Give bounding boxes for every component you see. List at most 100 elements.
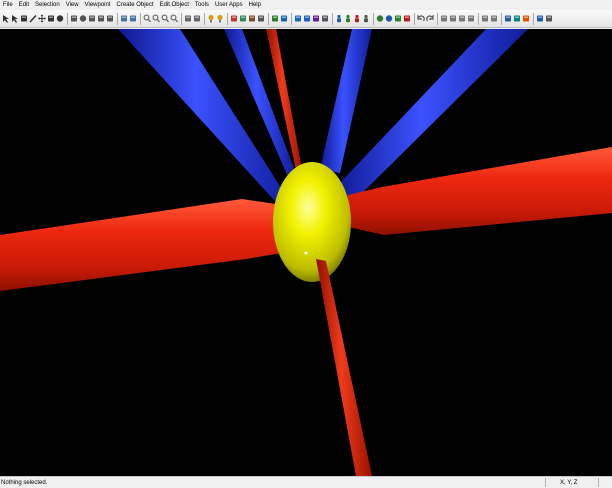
hand-button[interactable]	[106, 14, 114, 24]
tree-button[interactable]	[394, 14, 402, 24]
menu-edit[interactable]: Edit	[16, 0, 32, 10]
menu-bar: File Edit Selection View Viewpoint Create Obj…	[0, 0, 612, 10]
camera-button[interactable]	[184, 14, 192, 24]
toolbar-separator	[117, 12, 118, 25]
toolbar-separator	[204, 12, 205, 25]
zoom-in-icon	[143, 14, 151, 23]
camera-target-button[interactable]	[193, 14, 201, 24]
texture-map-icon	[281, 15, 287, 22]
menu-viewpoint[interactable]: Viewpoint	[82, 0, 114, 10]
layers-button[interactable]	[536, 14, 544, 24]
toolbar-separator	[67, 12, 68, 25]
toolbar-separator	[140, 12, 141, 25]
light-bulb-button[interactable]	[207, 14, 215, 24]
menu-edit-object[interactable]: Edit Object	[157, 0, 192, 10]
globe-blue-icon	[385, 15, 393, 22]
zoom-selected-icon	[170, 14, 178, 23]
menu-user-apps[interactable]: User Apps	[212, 0, 246, 10]
cut-button[interactable]	[440, 14, 448, 24]
status-message: Nothing selected.	[1, 480, 48, 486]
toolbar-separator	[414, 12, 415, 25]
material-green-icon	[240, 15, 246, 22]
sphere-primitive-button[interactable]	[79, 14, 87, 24]
properties-button[interactable]	[321, 14, 329, 24]
select-arrow-add-button[interactable]	[11, 14, 19, 24]
zoom-fit-button[interactable]	[161, 14, 169, 24]
globe-green-button[interactable]	[376, 14, 384, 24]
redo-button[interactable]	[426, 14, 434, 24]
person-red-icon	[355, 14, 359, 23]
material-green-button[interactable]	[239, 14, 247, 24]
flag-button[interactable]	[403, 14, 411, 24]
shaded-button[interactable]	[522, 14, 530, 24]
blue-bond-right[interactable]	[320, 29, 372, 173]
toolbar-separator	[501, 12, 502, 25]
menu-file[interactable]: File	[0, 0, 16, 10]
move-button[interactable]	[38, 14, 46, 24]
flag-icon	[404, 15, 410, 22]
menu-view[interactable]: View	[63, 0, 82, 10]
zoom-out-button[interactable]	[152, 14, 160, 24]
group-button[interactable]	[294, 14, 302, 24]
pencil-icon	[29, 14, 37, 23]
select-arrow-button[interactable]	[2, 14, 10, 24]
snap-icon	[491, 15, 497, 22]
pencil-button[interactable]	[29, 14, 37, 24]
render-button[interactable]	[504, 14, 512, 24]
properties-icon	[322, 15, 328, 22]
red-bond-bottom[interactable]	[316, 259, 372, 476]
undo-icon	[417, 14, 425, 22]
zoom-in-button[interactable]	[143, 14, 151, 24]
select-box-button[interactable]	[20, 14, 28, 24]
person-red-button[interactable]	[353, 14, 361, 24]
tree-icon	[395, 15, 401, 22]
link-button[interactable]	[120, 14, 128, 24]
delete-button[interactable]	[467, 14, 475, 24]
paste-button[interactable]	[458, 14, 466, 24]
menu-selection[interactable]: Selection	[32, 0, 63, 10]
toolbar-separator	[227, 12, 228, 25]
texture-button[interactable]	[271, 14, 279, 24]
box-primitive-button[interactable]	[70, 14, 78, 24]
cylinder-primitive-button[interactable]	[88, 14, 96, 24]
wireframe-button[interactable]	[513, 14, 521, 24]
orbit-icon	[56, 15, 64, 22]
menu-help[interactable]: Help	[246, 0, 264, 10]
globe-green-icon	[376, 15, 384, 22]
unlink-button[interactable]	[129, 14, 137, 24]
zoom-selected-button[interactable]	[170, 14, 178, 24]
grid-button[interactable]	[481, 14, 489, 24]
grid-icon	[482, 15, 488, 22]
ungroup-button[interactable]	[303, 14, 311, 24]
snap-button[interactable]	[490, 14, 498, 24]
menu-create-object[interactable]: Create Object	[114, 0, 157, 10]
paint-bucket-button[interactable]	[248, 14, 256, 24]
hierarchy-button[interactable]	[312, 14, 320, 24]
light-bulb-icon	[208, 14, 214, 23]
person-blue-button[interactable]	[335, 14, 343, 24]
settings-button[interactable]	[545, 14, 553, 24]
person-gray-button[interactable]	[362, 14, 370, 24]
globe-blue-button[interactable]	[385, 14, 393, 24]
3d-viewport[interactable]	[0, 29, 612, 476]
orbit-button[interactable]	[56, 14, 64, 24]
undo-button[interactable]	[417, 14, 425, 24]
select-arrow-add-icon	[12, 15, 18, 23]
main-toolbar	[0, 10, 612, 28]
toolbar-separator	[291, 12, 292, 25]
person-green-button[interactable]	[344, 14, 352, 24]
material-red-icon	[231, 15, 237, 22]
clock-button[interactable]	[97, 14, 105, 24]
copy-button[interactable]	[449, 14, 457, 24]
texture-map-button[interactable]	[280, 14, 288, 24]
paste-icon	[459, 15, 465, 22]
red-bond-left[interactable]	[0, 199, 282, 291]
sphere-primitive-icon	[79, 15, 87, 22]
spotlight-button[interactable]	[216, 14, 224, 24]
yellow-atom-sphere[interactable]	[273, 162, 351, 282]
clock-icon	[98, 15, 104, 22]
eyedropper-button[interactable]	[257, 14, 265, 24]
rotate-view-button[interactable]	[47, 14, 55, 24]
menu-tools[interactable]: Tools	[192, 0, 212, 10]
material-red-button[interactable]	[230, 14, 238, 24]
